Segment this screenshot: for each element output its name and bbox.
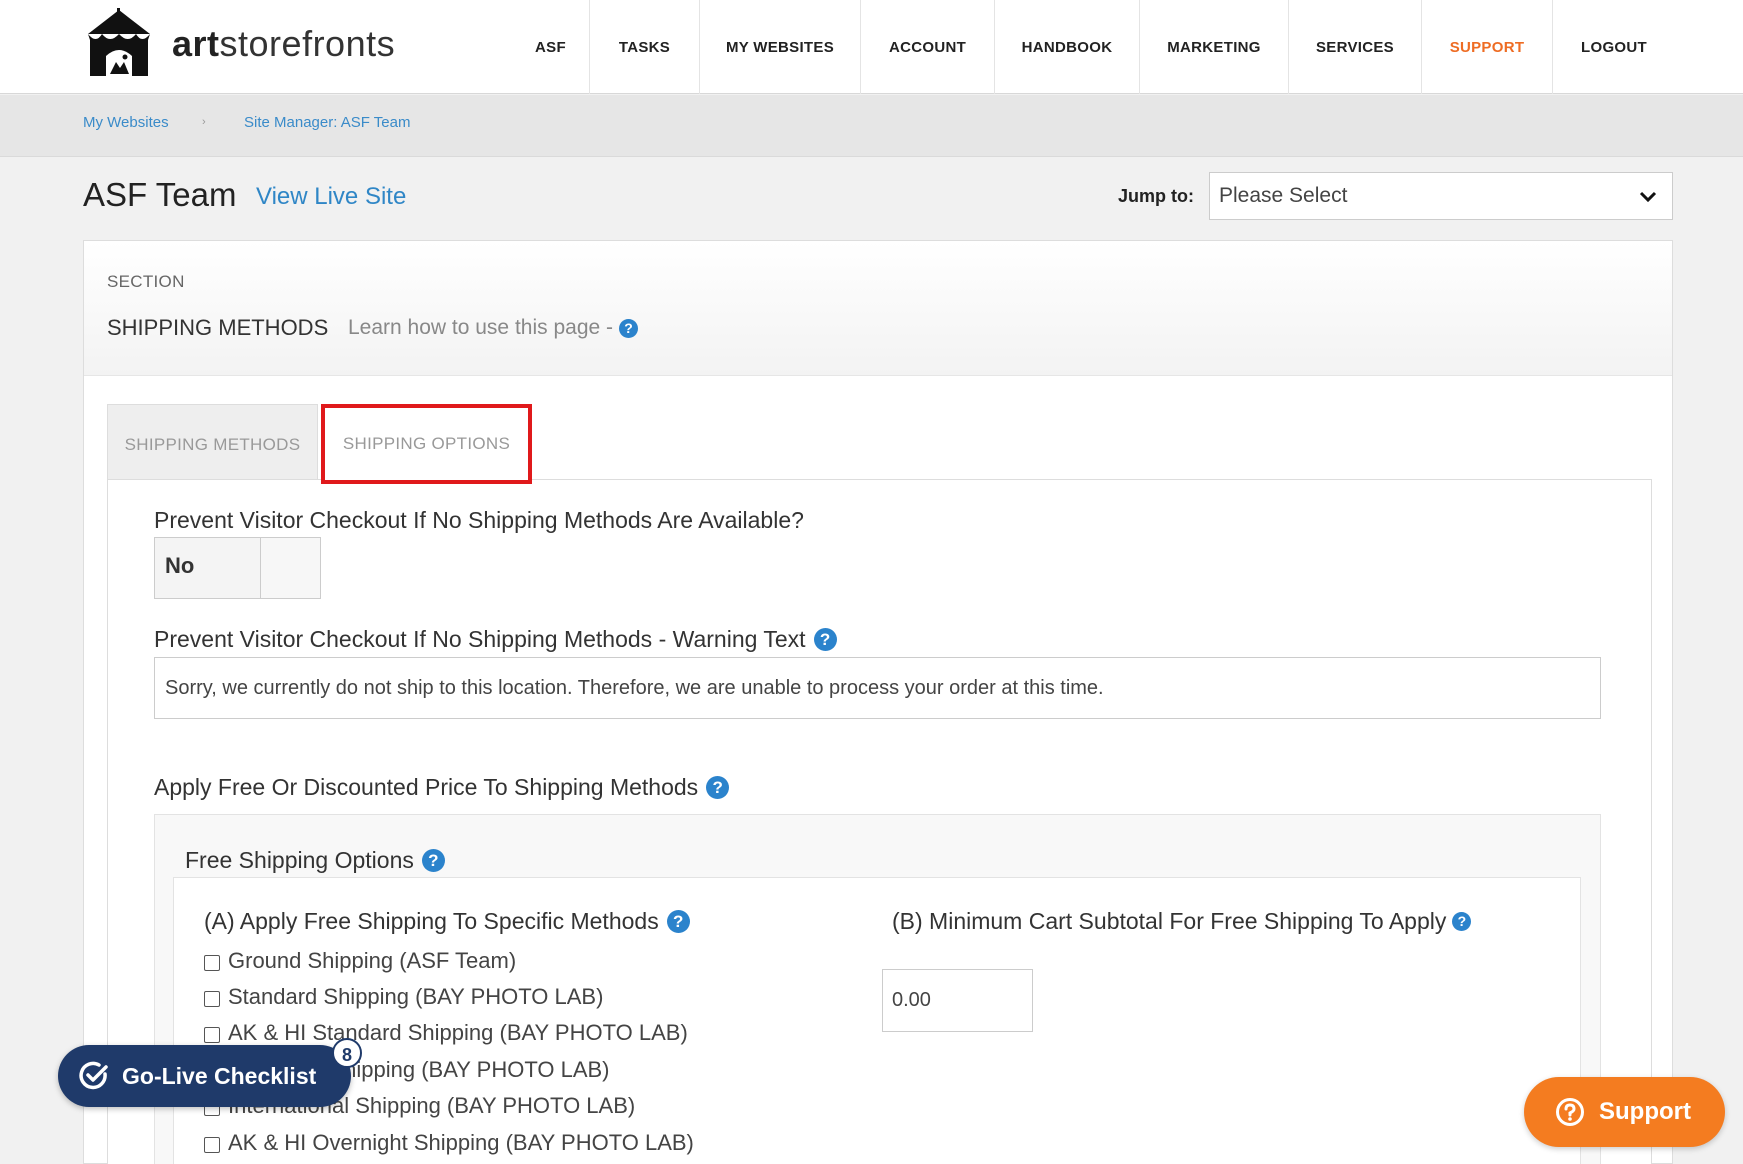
help-icon[interactable]: ?: [813, 628, 837, 651]
method-checkbox[interactable]: [204, 955, 220, 971]
support-chat-button[interactable]: Support: [1524, 1077, 1725, 1147]
toggle-value: No: [165, 553, 195, 578]
nav-support[interactable]: SUPPORT: [1422, 0, 1553, 94]
learn-how-text: Learn how to use this page -: [348, 316, 614, 339]
toggle-knob: [260, 538, 320, 598]
go-live-label: Go-Live Checklist: [122, 1063, 317, 1089]
method-checkbox[interactable]: [204, 991, 220, 1007]
help-icon[interactable]: ?: [421, 849, 445, 872]
discount-label-text: Apply Free Or Discounted Price To Shippi…: [154, 774, 699, 800]
jump-to-value: Please Select: [1219, 184, 1348, 207]
nav-marketing[interactable]: MARKETING: [1140, 0, 1289, 94]
method-row: Ground Shipping (ASF Team): [204, 948, 516, 974]
learn-how-link[interactable]: Learn how to use this page - ?: [348, 316, 639, 340]
nav-handbook[interactable]: HANDBOOK: [995, 0, 1140, 94]
method-checkbox[interactable]: [204, 1027, 220, 1043]
warning-text-input[interactable]: Sorry, we currently do not ship to this …: [154, 657, 1601, 719]
jump-to-select[interactable]: Please Select: [1209, 172, 1673, 220]
free-shipping-options-text: Free Shipping Options: [185, 847, 414, 873]
method-label: Ground Shipping (ASF Team): [228, 948, 517, 973]
method-row: AK & HI Standard Shipping (BAY PHOTO LAB…: [204, 1020, 688, 1046]
free-shipping-box: Free Shipping Options ? (A) Apply Free S…: [154, 814, 1601, 1164]
go-live-checklist-button[interactable]: Go-Live Checklist 8: [58, 1038, 362, 1107]
shipping-methods-panel: SECTION SHIPPING METHODS Learn how to us…: [83, 240, 1673, 1164]
jump-to-label: Jump to:: [1118, 186, 1194, 206]
method-row: Standard Shipping (BAY PHOTO LAB): [204, 984, 603, 1010]
specific-methods-label: (A) Apply Free Shipping To Specific Meth…: [204, 908, 690, 935]
prevent-checkout-toggle[interactable]: No: [154, 537, 321, 599]
prevent-checkout-label: Prevent Visitor Checkout If No Shipping …: [154, 507, 804, 534]
nav-my-websites[interactable]: MY WEBSITES: [700, 0, 861, 94]
min-subtotal-text: (B) Minimum Cart Subtotal For Free Shipp…: [892, 908, 1447, 934]
discount-label: Apply Free Or Discounted Price To Shippi…: [154, 774, 730, 801]
breadcrumb-site-manager[interactable]: Site Manager: ASF Team: [244, 114, 410, 131]
section-label: SECTION: [107, 272, 185, 291]
nav-tasks[interactable]: TASKS: [590, 0, 700, 94]
nav-account[interactable]: ACCOUNT: [861, 0, 995, 94]
help-icon[interactable]: ?: [1452, 912, 1472, 931]
method-label: Standard Shipping (BAY PHOTO LAB): [228, 984, 604, 1009]
question-circle-icon: [1556, 1098, 1584, 1126]
logo-wordmark: artstorefronts: [172, 23, 396, 64]
breadcrumb-my-websites[interactable]: My Websites: [83, 114, 169, 131]
nav-services[interactable]: SERVICES: [1289, 0, 1422, 94]
view-live-site-link[interactable]: View Live Site: [256, 183, 406, 211]
free-shipping-inner: (A) Apply Free Shipping To Specific Meth…: [173, 877, 1581, 1164]
artstorefronts-logo[interactable]: artstorefronts: [82, 8, 395, 80]
tab-shipping-options[interactable]: SHIPPING OPTIONS: [321, 404, 532, 484]
chevron-down-icon: [1639, 191, 1657, 203]
section-title: SHIPPING METHODS: [107, 315, 329, 340]
breadcrumb: My Websites › Site Manager: ASF Team: [0, 95, 1743, 157]
page-title: ASF Team: [83, 176, 237, 213]
free-shipping-options-label: Free Shipping Options ?: [185, 847, 445, 874]
help-icon[interactable]: ?: [706, 776, 730, 799]
circus-tent-logo-icon: [88, 8, 150, 76]
top-navigation-bar: artstorefronts ASF TASKS MY WEBSITES ACC…: [0, 0, 1743, 94]
help-icon[interactable]: ?: [619, 318, 639, 338]
breadcrumb-separator: ›: [202, 116, 206, 128]
help-icon[interactable]: ?: [666, 910, 690, 933]
method-checkbox[interactable]: [204, 1137, 220, 1153]
min-subtotal-label: (B) Minimum Cart Subtotal For Free Shipp…: [892, 908, 1472, 935]
main-nav: ASF TASKS MY WEBSITES ACCOUNT HANDBOOK M…: [512, 0, 1675, 94]
method-label: AK & HI Overnight Shipping (BAY PHOTO LA…: [228, 1130, 694, 1155]
checklist-count-badge: 8: [332, 1038, 362, 1068]
specific-methods-text: (A) Apply Free Shipping To Specific Meth…: [204, 908, 659, 934]
check-circle-icon: [79, 1061, 108, 1090]
section-header: SECTION SHIPPING METHODS Learn how to us…: [84, 241, 1672, 376]
warning-text-label: Prevent Visitor Checkout If No Shipping …: [154, 626, 837, 653]
support-label: Support: [1599, 1098, 1691, 1125]
min-subtotal-input[interactable]: 0.00: [882, 969, 1033, 1032]
warning-text-label-text: Prevent Visitor Checkout If No Shipping …: [154, 626, 806, 652]
tab-shipping-methods[interactable]: SHIPPING METHODS: [107, 404, 318, 484]
nav-asf[interactable]: ASF: [512, 0, 590, 94]
method-row: AK & HI Overnight Shipping (BAY PHOTO LA…: [204, 1130, 694, 1156]
prevent-checkout-label-text: Prevent Visitor Checkout If No Shipping …: [154, 507, 804, 533]
nav-logout[interactable]: LOGOUT: [1553, 0, 1675, 94]
method-label: AK & HI Standard Shipping (BAY PHOTO LAB…: [228, 1020, 688, 1045]
